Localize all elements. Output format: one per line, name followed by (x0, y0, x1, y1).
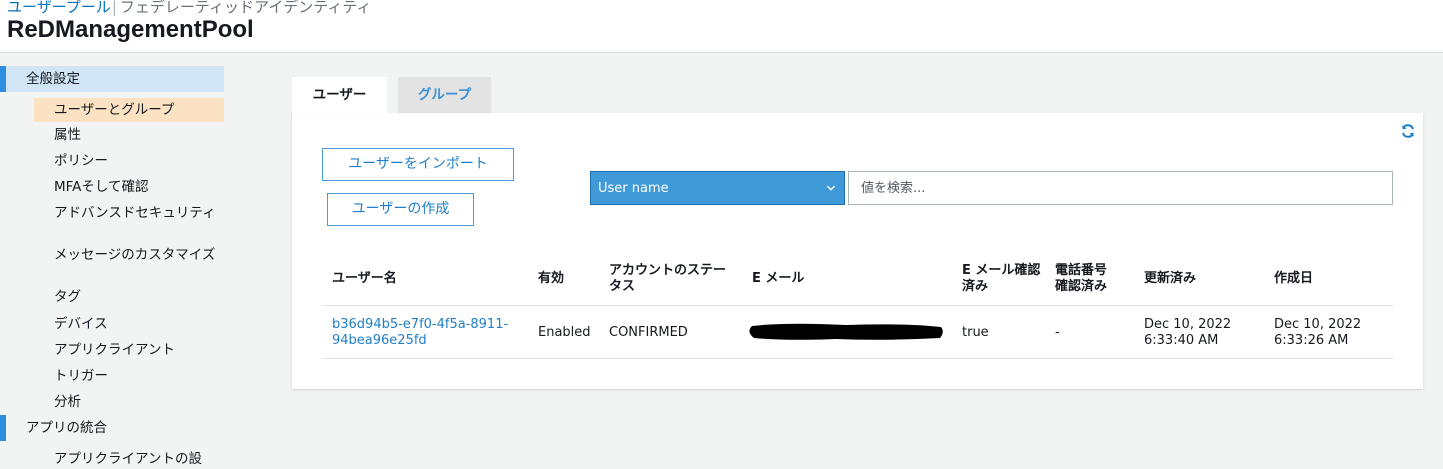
created-cell: Dec 10, 2022 6:33:26 AM (1274, 317, 1362, 348)
sidebar-section-label: アプリの統合 (26, 420, 107, 436)
sidebar-item-attributes[interactable]: 属性 (34, 127, 224, 144)
search-attribute-select[interactable]: User name (590, 171, 845, 205)
status-cell: CONFIRMED (609, 325, 688, 340)
enabled-cell: Enabled (538, 325, 591, 340)
sidebar-item-label: 分析 (54, 394, 81, 410)
column-header-created[interactable]: 作成日 (1274, 271, 1374, 287)
sidebar-item-policies[interactable]: ポリシー (34, 153, 224, 170)
breadcrumb-separator: | (111, 0, 117, 16)
top-header: ユーザープール| フェデレーティッドアイデンティティ ReDManagementP… (0, 0, 1443, 53)
table-row-divider (322, 358, 1393, 359)
search-input[interactable] (848, 171, 1393, 205)
breadcrumb: ユーザープール| フェデレーティッドアイデンティティ (7, 0, 371, 17)
column-header-updated[interactable]: 更新済み (1144, 271, 1244, 287)
sidebar-item-label: 属性 (54, 127, 81, 143)
sidebar-item-tags[interactable]: タグ (34, 289, 224, 306)
sidebar-item-label: ユーザーとグループ (54, 102, 175, 118)
sidebar-section-label: 全般設定 (26, 71, 80, 87)
sidebar: 全般設定 ユーザーとグループ 属性 ポリシー MFAそして確認 アドバンスドセキ… (0, 66, 224, 469)
sidebar-item-users-and-groups[interactable]: ユーザーとグループ (34, 98, 224, 122)
breadcrumb-user-pools-link[interactable]: ユーザープール (7, 0, 111, 16)
users-panel: ユーザーをインポート ユーザーの作成 User name ユーザー名 有効 アカ… (292, 113, 1423, 389)
sidebar-item-advanced-security[interactable]: アドバンスドセキュリティ (34, 205, 224, 222)
sidebar-item-message-customizations[interactable]: メッセージのカスタマイズ (34, 247, 224, 264)
sidebar-item-label: アプリクライアント (54, 342, 175, 358)
column-header-account-status[interactable]: アカウントのステータス (609, 263, 729, 295)
sidebar-item-devices[interactable]: デバイス (34, 316, 224, 333)
create-user-button[interactable]: ユーザーの作成 (327, 193, 474, 226)
sidebar-section-app-integration[interactable]: アプリの統合 (0, 415, 224, 441)
column-header-username[interactable]: ユーザー名 (332, 271, 512, 287)
sidebar-item-mfa[interactable]: MFAそして確認 (34, 179, 224, 196)
sidebar-item-label: トリガー (54, 368, 108, 384)
breadcrumb-federated-identities-link[interactable]: フェデレーティッドアイデンティティ (120, 0, 372, 16)
column-header-enabled[interactable]: 有効 (538, 271, 588, 287)
sidebar-item-app-clients[interactable]: アプリクライアント (34, 342, 224, 359)
sidebar-item-label: メッセージのカスタマイズ (54, 247, 216, 263)
sidebar-item-analytics[interactable]: 分析 (34, 394, 224, 411)
sidebar-item-label: アプリクライアントの設 (54, 451, 202, 467)
section-indicator (0, 415, 6, 441)
section-indicator (0, 66, 6, 92)
column-header-email-verified[interactable]: E メール確認済み (962, 263, 1044, 295)
refresh-icon[interactable] (1400, 123, 1416, 139)
chevron-down-icon (826, 185, 836, 191)
column-header-email[interactable]: E メール (752, 271, 902, 287)
phone-verified-cell: - (1055, 325, 1060, 340)
select-value: User name (598, 181, 669, 196)
sidebar-section-general[interactable]: 全般設定 (0, 66, 224, 92)
email-redaction-mark (749, 323, 943, 340)
sidebar-item-label: デバイス (54, 316, 108, 332)
column-header-phone-verified[interactable]: 電話番号確認済み (1055, 263, 1119, 295)
username-link[interactable]: b36d94b5-e7f0-4f5a-8911-94bea96e25fd (332, 317, 512, 349)
sidebar-item-label: ポリシー (54, 153, 108, 169)
sidebar-item-label: MFAそして確認 (54, 179, 149, 195)
updated-cell: Dec 10, 2022 6:33:40 AM (1144, 317, 1232, 348)
sidebar-item-app-client-settings[interactable]: アプリクライアントの設 (34, 451, 224, 468)
tab-groups[interactable]: グループ (398, 77, 491, 113)
email-verified-cell: true (962, 325, 989, 340)
sidebar-item-triggers[interactable]: トリガー (34, 368, 224, 385)
tab-users[interactable]: ユーザー (292, 77, 387, 113)
sidebar-item-label: アドバンスドセキュリティ (54, 205, 216, 221)
table-header-divider (322, 305, 1393, 306)
page-title: ReDManagementPool (7, 16, 254, 43)
sidebar-item-label: タグ (54, 289, 81, 305)
import-users-button[interactable]: ユーザーをインポート (322, 148, 514, 181)
